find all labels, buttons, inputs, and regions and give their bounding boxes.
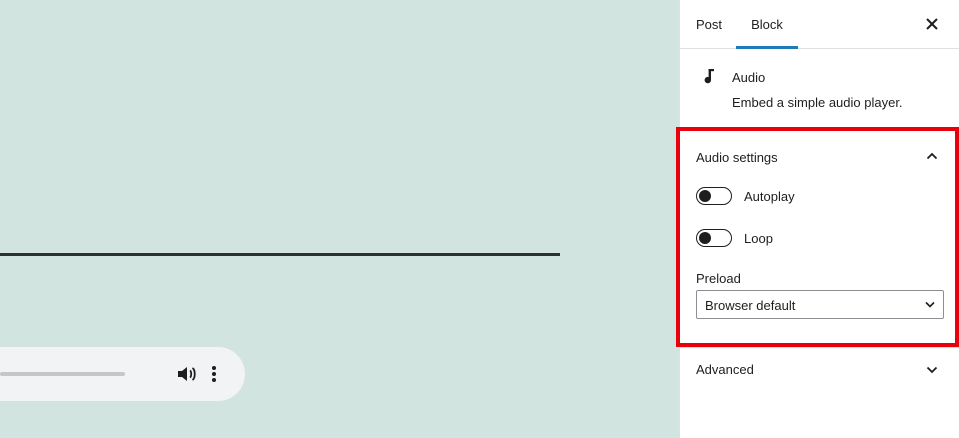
audio-player[interactable] [0, 347, 245, 401]
divider [680, 347, 959, 348]
sidebar-tabs: Post Block [680, 0, 959, 49]
more-options-icon[interactable] [210, 364, 218, 384]
block-title: Audio [732, 70, 766, 85]
toggle-knob [699, 232, 711, 244]
preload-selected-value: Browser default [705, 298, 796, 313]
loop-label: Loop [744, 231, 773, 246]
music-note-icon [704, 69, 714, 84]
block-description: Embed a simple audio player. [732, 95, 903, 110]
chevron-down-icon [925, 301, 935, 308]
loop-toggle[interactable] [696, 229, 732, 247]
divider [680, 127, 959, 128]
advanced-title[interactable]: Advanced [696, 362, 754, 377]
preload-label: Preload [696, 271, 741, 286]
preload-select[interactable]: Browser default [696, 290, 944, 319]
close-icon[interactable] [923, 15, 941, 33]
autoplay-label: Autoplay [744, 189, 795, 204]
editor-canvas [0, 0, 679, 438]
audio-settings-title[interactable]: Audio settings [696, 150, 778, 165]
tab-post[interactable]: Post [696, 0, 722, 48]
volume-icon[interactable] [176, 364, 198, 384]
toggle-knob [699, 190, 711, 202]
autoplay-toggle[interactable] [696, 187, 732, 205]
tab-block[interactable]: Block [736, 0, 798, 49]
chevron-up-icon[interactable] [926, 152, 938, 160]
chevron-down-icon[interactable] [926, 366, 938, 374]
audio-progress-track[interactable] [0, 372, 125, 376]
separator-block[interactable] [0, 253, 560, 256]
